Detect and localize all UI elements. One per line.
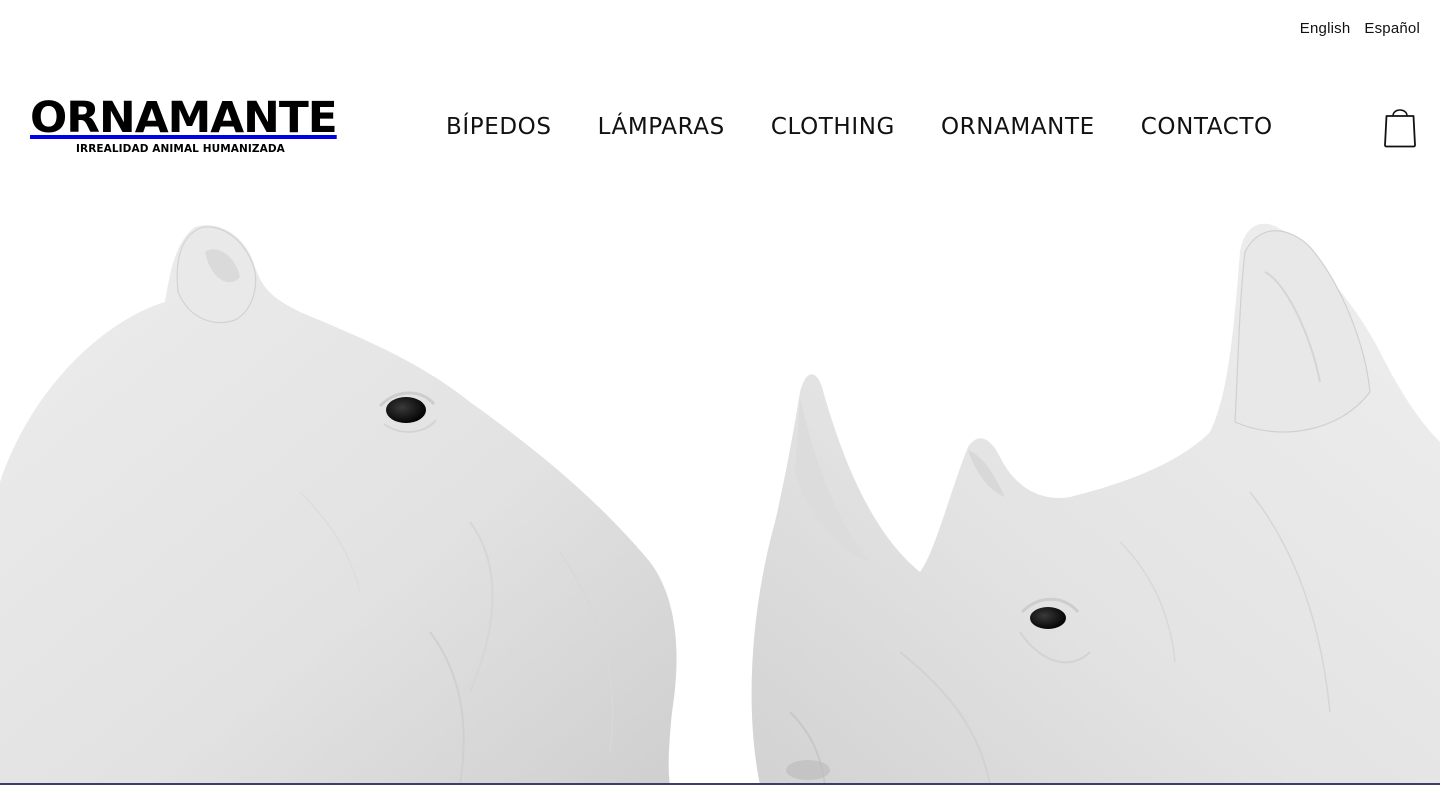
shopping-bag-icon[interactable] xyxy=(1383,104,1417,148)
nav-item-lamparas[interactable]: LÁMPARAS xyxy=(598,112,725,142)
language-spanish-link[interactable]: Español xyxy=(1364,20,1420,37)
language-english-link[interactable]: English xyxy=(1300,20,1351,37)
brand-logo[interactable]: ORNAMANTE IRREALIDAD ANIMAL HUMANIZADA xyxy=(30,96,338,158)
language-switcher: English Español xyxy=(1300,20,1420,37)
hero-sculptures-illustration xyxy=(0,223,1440,785)
nav-item-ornamante[interactable]: ORNAMANTE xyxy=(941,112,1095,142)
logo-wordmark: ORNAMANTE xyxy=(30,93,338,143)
main-nav: BÍPEDOS LÁMPARAS CLOTHING ORNAMANTE CONT… xyxy=(446,112,1273,142)
page: English Español ORNAMANTE IRREALIDAD ANI… xyxy=(0,0,1440,785)
site-header: ORNAMANTE IRREALIDAD ANIMAL HUMANIZADA B… xyxy=(0,96,1440,160)
hero-image xyxy=(0,192,1440,785)
nav-item-contacto[interactable]: CONTACTO xyxy=(1141,112,1273,142)
hippo-sculpture xyxy=(0,225,677,785)
logo-tagline: IRREALIDAD ANIMAL HUMANIZADA xyxy=(76,143,285,155)
nav-item-clothing[interactable]: CLOTHING xyxy=(771,112,895,142)
nav-item-bipedos[interactable]: BÍPEDOS xyxy=(446,112,552,142)
rhino-sculpture xyxy=(751,223,1440,785)
